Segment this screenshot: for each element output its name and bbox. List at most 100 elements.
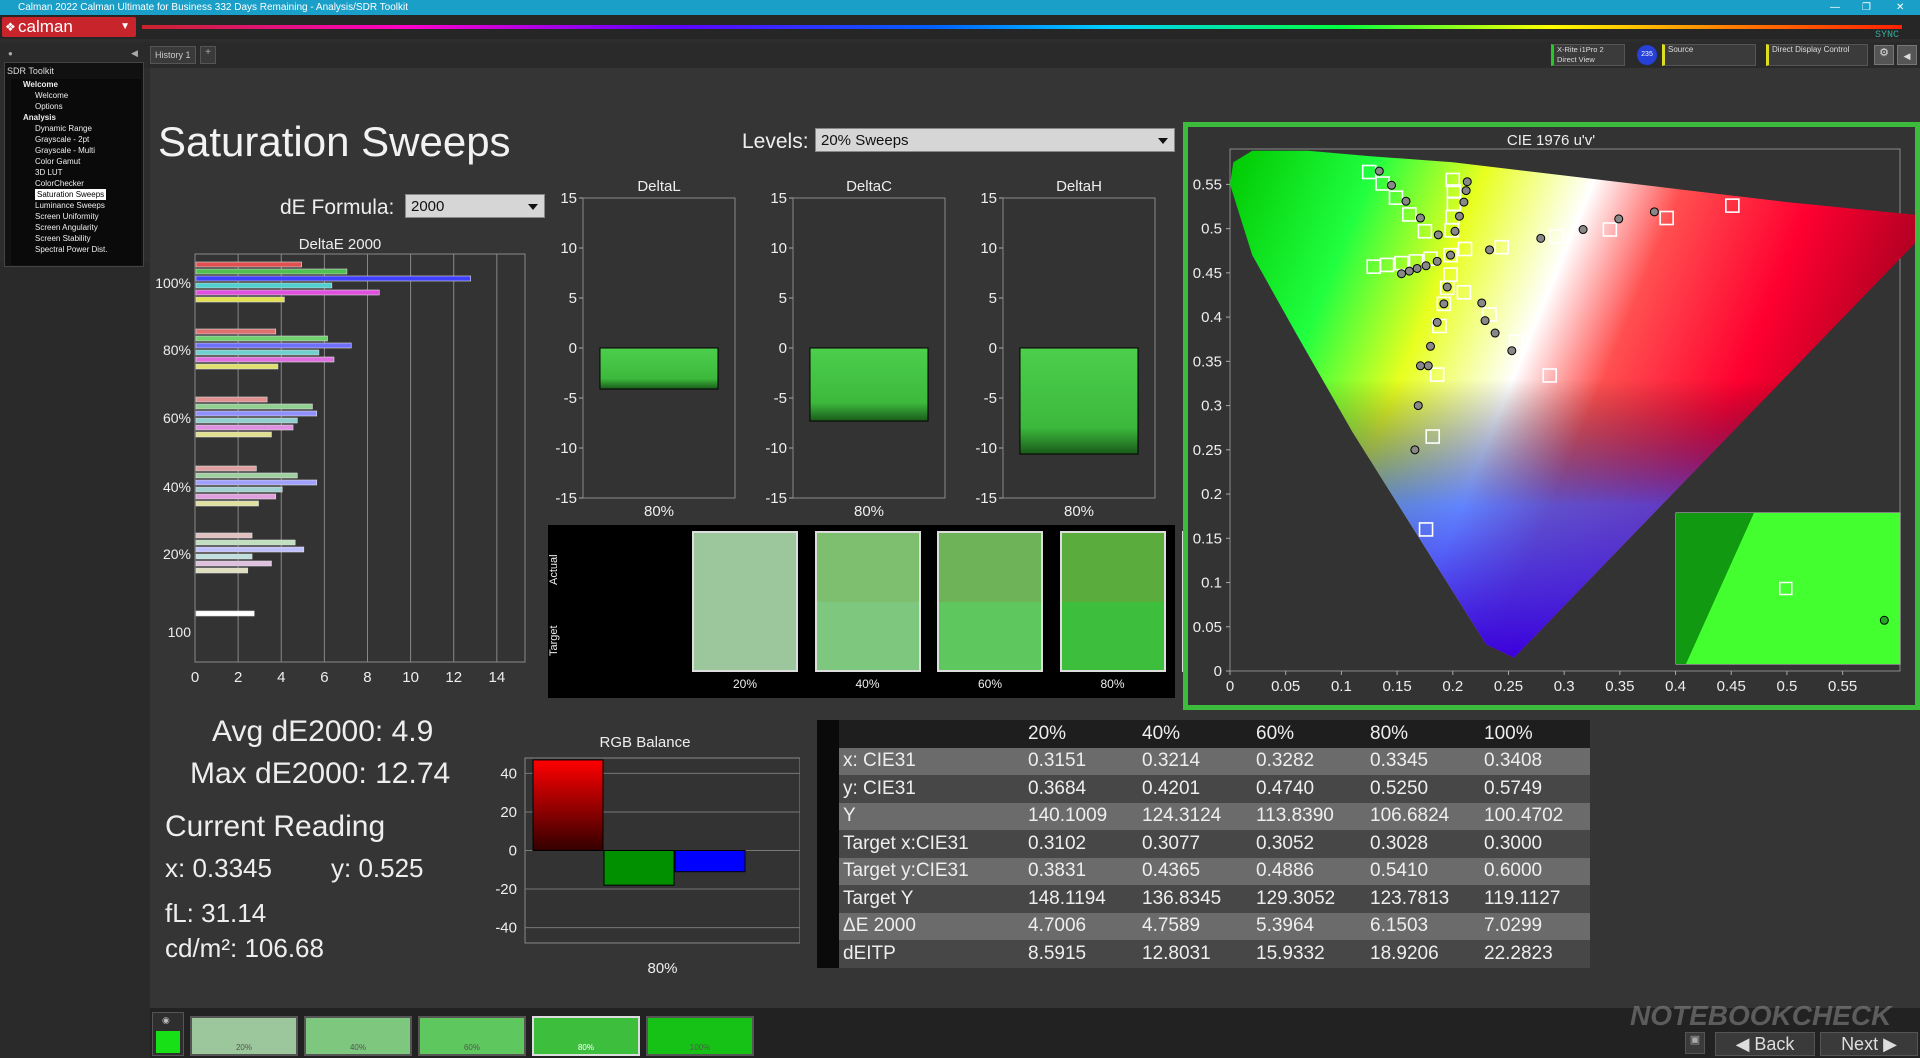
y-tick-label: 15	[770, 190, 787, 207]
x-tick-label: 8	[363, 669, 371, 686]
sidebar-item-grayscale-2pt[interactable]: Grayscale - 2pt	[11, 134, 141, 145]
swatch-60pct[interactable]	[937, 531, 1043, 672]
y-tick-label: 10	[560, 240, 577, 257]
deltae-bar	[195, 546, 305, 553]
reading-x: x: 0.3345	[165, 853, 272, 883]
y-tick-label: 0.35	[1193, 353, 1222, 370]
measured-marker	[1433, 230, 1443, 240]
x-category-label: 80%	[1064, 503, 1094, 520]
pin-icon[interactable]: ●	[8, 49, 13, 58]
rgb-chart-title: RGB Balance	[600, 734, 691, 751]
sidebar-item-colorchecker[interactable]: ColorChecker	[11, 178, 141, 189]
measured-marker	[1421, 261, 1431, 271]
measured-marker	[1404, 266, 1414, 276]
deltae-bar	[195, 424, 294, 431]
table-cell: dEITP	[817, 940, 1024, 968]
bottom-chip-60pct[interactable]: 60%	[418, 1016, 526, 1056]
deltae-bar	[195, 328, 277, 335]
close-icon[interactable]: ✕	[1896, 0, 1904, 15]
sidebar-item-color-gamut[interactable]: Color Gamut	[11, 156, 141, 167]
x-tick-label: 0.2	[1442, 678, 1463, 695]
tab-history-1[interactable]: History 1	[150, 46, 196, 64]
sidebar-item-options[interactable]: Options	[11, 101, 141, 112]
bottom-chip-20pct[interactable]: 20%	[190, 1016, 298, 1056]
table-header-cell: 80%	[1366, 720, 1480, 748]
bottom-chip-80pct[interactable]: 80%	[532, 1016, 640, 1056]
table-cell: 140.1009	[1024, 802, 1138, 830]
delta-chart-title: DeltaL	[637, 178, 680, 195]
sidebar-item-screen-stability[interactable]: Screen Stability	[11, 233, 141, 244]
y-tick-label: -10	[765, 440, 787, 457]
swatch-20pct[interactable]	[692, 531, 798, 672]
y-tick-label: -10	[975, 440, 997, 457]
table-cell: y: CIE31	[817, 775, 1024, 803]
bottom-chip-100pct[interactable]: 100%	[646, 1016, 754, 1056]
sidebar-item-analysis[interactable]: Analysis	[11, 112, 141, 123]
back-button[interactable]: ◀ Back	[1715, 1032, 1815, 1056]
panel-toggle-icon[interactable]: ◀	[1897, 45, 1917, 65]
measured-marker	[1536, 233, 1546, 243]
settings-gear-icon[interactable]: ⚙	[1874, 45, 1894, 65]
y-tick-label: -10	[555, 440, 577, 457]
table-cell: 4.7006	[1024, 912, 1138, 940]
deltae-bar	[195, 553, 253, 560]
sidebar-item-spectral-power-dist-[interactable]: Spectral Power Dist.	[11, 244, 141, 255]
sidebar-item-screen-uniformity[interactable]: Screen Uniformity	[11, 211, 141, 222]
next-button[interactable]: Next ▶	[1820, 1032, 1918, 1056]
deltae-bar	[195, 610, 255, 617]
minimize-icon[interactable]: —	[1830, 0, 1840, 15]
inset-measured-marker	[1879, 615, 1889, 625]
meter-selector[interactable]: X-Rite i1Pro 2 Direct View	[1551, 44, 1625, 66]
table-cell: 4.7589	[1138, 912, 1252, 940]
collapse-sidebar-icon[interactable]: ◀	[131, 48, 138, 59]
swatch-80pct[interactable]	[1059, 531, 1166, 672]
sidebar-item-label: Spectral Power Dist.	[35, 245, 108, 254]
levels-dropdown[interactable]: 20% Sweeps	[815, 128, 1175, 152]
delta-chart-title: DeltaH	[1056, 178, 1102, 195]
chevron-down-icon	[1158, 138, 1168, 144]
display-selector[interactable]: Direct Display Control	[1766, 44, 1868, 66]
deltae-bar	[195, 296, 285, 303]
y-tick-label: 0.55	[1193, 176, 1222, 193]
y-tick-label: 20	[500, 804, 517, 821]
deltae-bar	[195, 275, 471, 282]
meter-badge[interactable]: 235	[1637, 45, 1657, 65]
restore-icon[interactable]: ❐	[1862, 0, 1871, 15]
measured-marker	[1649, 207, 1659, 217]
swatch-target	[694, 601, 796, 670]
sidebar-item-screen-angularity[interactable]: Screen Angularity	[11, 222, 141, 233]
sidebar-item-welcome[interactable]: Welcome	[11, 79, 141, 90]
sidebar-tree: Welcome Welcome Options Analysis Dynamic Ran…	[11, 79, 141, 265]
calman-logo-button[interactable]: ❖ calman ▼	[2, 17, 136, 37]
sidebar-item-luminance-sweeps[interactable]: Luminance Sweeps	[11, 200, 141, 211]
y-tick-label: 100%	[155, 275, 191, 291]
max-de-text: Max dE2000: 12.74	[190, 757, 451, 790]
sidebar-item-saturation-sweeps[interactable]: Saturation Sweeps	[11, 189, 141, 200]
table-cell: 100.4702	[1480, 802, 1590, 830]
de-formula-dropdown[interactable]: 2000	[405, 194, 545, 218]
sidebar-item-grayscale-multi[interactable]: Grayscale - Multi	[11, 145, 141, 156]
table-cell: 124.3124	[1138, 802, 1252, 830]
camera-icon[interactable]: ▣	[1685, 1032, 1705, 1054]
add-tab-icon[interactable]: +	[200, 46, 216, 64]
table-row: x: CIE31 0.3151 0.3214 0.3282 0.3345 0.3408	[817, 747, 1590, 775]
sidebar-item-3d-lut[interactable]: 3D LUT	[11, 167, 141, 178]
y-tick-label: 0	[509, 843, 517, 860]
current-color-box: ◉	[152, 1012, 184, 1056]
table-row: Y 140.1009 124.3124 113.8390 106.6824 100.470…	[817, 802, 1590, 830]
sidebar-item-dynamic-range[interactable]: Dynamic Range	[11, 123, 141, 134]
sync-indicator: SYNC	[1875, 30, 1900, 41]
y-tick-label: 10	[770, 240, 787, 257]
sidebar-item-welcome[interactable]: Welcome	[11, 90, 141, 101]
sidebar-item-label: Luminance Sweeps	[35, 201, 105, 210]
chip-label: 60%	[463, 1043, 480, 1052]
table-cell: 119.1127	[1480, 885, 1590, 913]
delta-bar	[599, 347, 719, 390]
measured-marker	[1415, 361, 1425, 371]
y-tick-label: 60%	[163, 410, 191, 426]
swatch-40pct[interactable]	[814, 531, 921, 672]
bottom-chip-40pct[interactable]: 40%	[304, 1016, 412, 1056]
table-cell: 8.5915	[1024, 940, 1138, 968]
x-tick-label: 0	[1226, 678, 1234, 695]
source-selector[interactable]: Source	[1662, 44, 1756, 66]
